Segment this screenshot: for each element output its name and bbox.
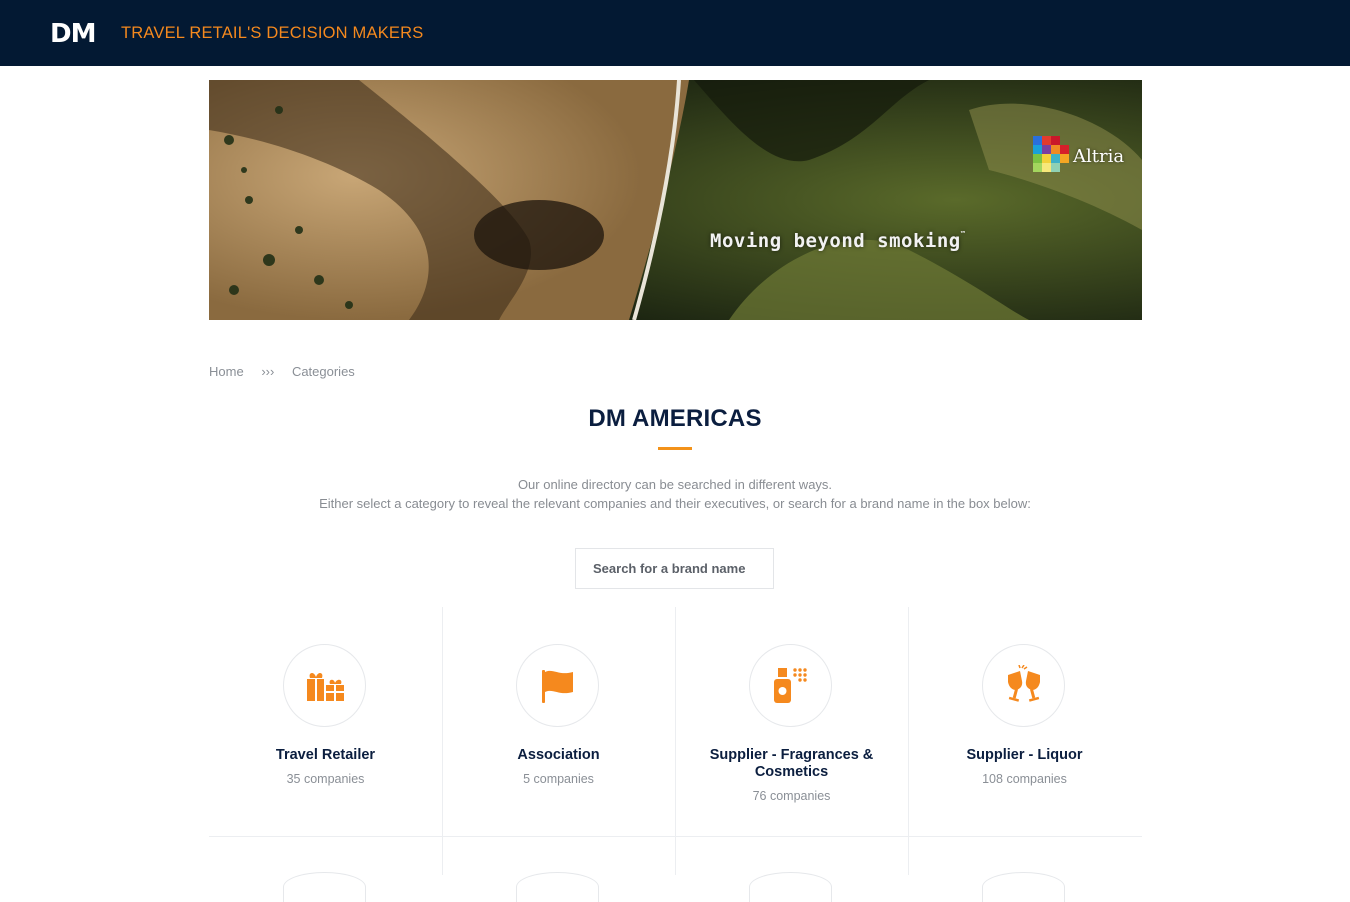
category-icon-circle xyxy=(982,644,1065,727)
category-card-supplier-liquor[interactable]: Supplier - Liquor 108 companies xyxy=(908,607,1141,836)
category-count: 76 companies xyxy=(752,789,831,803)
category-grid: Travel Retailer 35 companies Association… xyxy=(209,607,1142,902)
grid-row-divider xyxy=(209,836,1142,837)
category-name: Travel Retailer xyxy=(275,747,376,763)
category-count: 108 companies xyxy=(982,772,1067,786)
gifts-icon xyxy=(307,672,344,701)
site-tagline: TRAVEL RETAIL'S DECISION MAKERS xyxy=(121,24,424,42)
trademark-mark: ™ xyxy=(960,230,966,238)
glasses-cheers-icon xyxy=(1008,665,1040,702)
category-card-association[interactable]: Association 5 companies xyxy=(442,607,675,836)
category-name: Supplier - Fragrances & Cosmetics xyxy=(709,747,874,780)
top-navbar: DM TRAVEL RETAIL'S DECISION MAKERS xyxy=(0,0,1350,66)
intro-line-2: Either select a category to reveal the r… xyxy=(319,496,1031,511)
breadcrumb-home-link[interactable]: Home xyxy=(209,364,244,379)
breadcrumb-current: Categories xyxy=(291,364,355,379)
category-count: 35 companies xyxy=(286,772,365,786)
category-icon-circle-next-row[interactable] xyxy=(516,872,599,902)
category-icon-circle-next-row[interactable] xyxy=(749,872,832,902)
category-icon-circle xyxy=(749,644,832,727)
category-card-supplier-fragrances-cosmetics[interactable]: Supplier - Fragrances & Cosmetics 76 com… xyxy=(675,607,908,836)
category-name: Association xyxy=(517,747,600,763)
category-icon-circle xyxy=(516,644,599,727)
category-icon-circle-next-row[interactable] xyxy=(283,872,366,902)
advertisement-banner[interactable]: Altria Moving beyond smoking™ xyxy=(209,80,1142,320)
category-icon-circle xyxy=(283,644,366,727)
banner-slogan: Moving beyond smoking™ xyxy=(710,230,965,252)
category-name: Supplier - Liquor xyxy=(966,747,1083,763)
banner-brand-name: Altria xyxy=(1073,146,1125,167)
breadcrumb-separator: ››› xyxy=(261,364,275,379)
breadcrumb: Home ››› Categories xyxy=(209,364,369,379)
category-card-travel-retailer[interactable]: Travel Retailer 35 companies xyxy=(209,607,442,836)
banner-landscape-image xyxy=(209,80,1142,320)
banner-slogan-text: Moving beyond smoking xyxy=(710,230,961,252)
page-title: DM AMERICAS xyxy=(588,405,762,432)
category-icon-circle-next-row[interactable] xyxy=(982,872,1065,902)
spray-bottle-icon xyxy=(774,668,807,703)
category-count: 5 companies xyxy=(523,772,594,786)
title-underline-divider xyxy=(658,447,692,450)
intro-line-1: Our online directory can be searched in … xyxy=(517,477,833,492)
flag-icon xyxy=(542,670,573,703)
dm-logo[interactable]: DM xyxy=(50,21,96,47)
brand-search-input[interactable] xyxy=(575,548,774,589)
